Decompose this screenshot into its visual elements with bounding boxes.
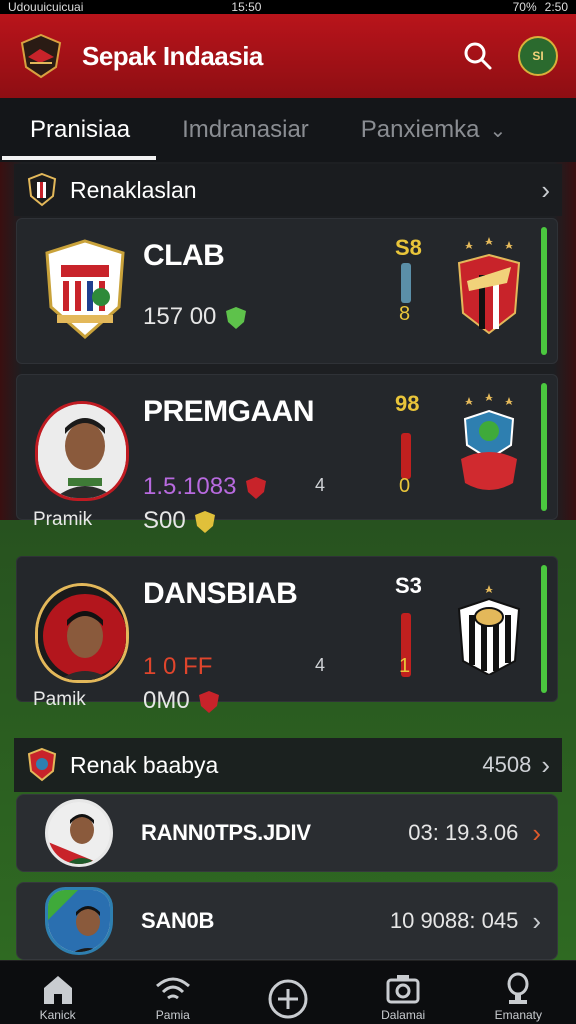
profile-avatar[interactable]: SI	[518, 36, 558, 76]
section-header-renaklaslan[interactable]: Renaklaslan ›	[14, 164, 562, 216]
status-carrier: Udouuicuicuai	[8, 0, 84, 14]
search-icon	[464, 42, 492, 70]
status-indicator	[541, 227, 547, 355]
match-card[interactable]: Pamik DANSBIAB 1 0 FF 0M0 4 S3 1	[16, 556, 558, 714]
opponent-crest-icon	[457, 237, 521, 335]
player-photo	[35, 401, 129, 501]
nav-dalamai[interactable]: Dalamai	[353, 972, 453, 1022]
nav-emanaty[interactable]: Emanaty	[468, 972, 568, 1022]
team-stat-value: 157 00	[143, 303, 217, 330]
nav-add[interactable]	[238, 978, 338, 1022]
score-bottom: 0	[399, 475, 411, 497]
tab-imdranasiar[interactable]: Imdranasiar	[156, 98, 335, 162]
nav-home[interactable]: Kanick	[8, 972, 108, 1022]
team-stat: 1 0 FF	[143, 653, 213, 680]
score-bottom: 1	[399, 655, 411, 677]
player-photo	[35, 583, 129, 683]
score-top: S3	[395, 573, 422, 598]
add-icon	[268, 979, 308, 1019]
player-avatar	[45, 887, 113, 955]
list-item[interactable]: RANN0TPS.JDIV 03: 19.3.06 ›	[16, 794, 558, 872]
avatar-text: SI	[532, 49, 544, 63]
nav-pamia[interactable]: Pamia	[123, 972, 223, 1022]
team-crest-icon	[45, 239, 125, 340]
opponent-crest-icon	[461, 393, 517, 490]
row-title: RANN0TPS.JDIV	[141, 820, 311, 845]
score-bar	[401, 263, 411, 303]
nav-label: Dalamai	[381, 1008, 426, 1022]
shield-icon	[195, 510, 216, 533]
tab-bar: Pranisiaa Imdranasiar Panxiemka ⌄	[0, 98, 576, 162]
team-stat: S00	[143, 507, 216, 535]
team-name: PREMGAAN	[143, 395, 315, 428]
search-button[interactable]	[458, 36, 498, 76]
status-bar: Udouuicuicuai 15:50 70% 2:50	[0, 0, 576, 14]
team-name: CLAB	[143, 239, 225, 272]
row-meta: 10 9088: 045	[389, 908, 519, 933]
tab-pranisiaa[interactable]: Pranisiaa	[0, 98, 157, 162]
shield-icon	[246, 476, 267, 499]
match-card[interactable]: CLAB 157 00 S8 8	[16, 218, 558, 364]
team-name: DANSBIAB	[143, 577, 298, 610]
opponent-crest-icon	[457, 585, 521, 675]
match-number: 4	[315, 475, 326, 495]
team-stat: 0M0	[143, 687, 220, 715]
chevron-right-icon: ›	[532, 817, 541, 848]
app-logo-icon	[18, 33, 64, 79]
trophy-icon	[507, 972, 529, 1004]
player-label: Pamik	[33, 689, 86, 710]
team-stat: 157 00	[143, 303, 247, 331]
status-time: 15:50	[231, 0, 262, 14]
score-top: S8	[395, 235, 422, 260]
section-header-renak-baabya[interactable]: Renak baabya 4508 ›	[14, 738, 562, 792]
chevron-right-icon: ›	[541, 749, 550, 780]
home-icon	[43, 976, 72, 1004]
status-indicator	[541, 383, 547, 511]
score-top: 98	[395, 391, 420, 416]
section-title: Renaklaslan	[70, 176, 197, 203]
match-card[interactable]: Pramik PREMGAAN 1.5.1083 S00 4 98 0	[16, 374, 558, 534]
section-title: Renak baabya	[70, 751, 219, 778]
bottom-nav: Kanick Pamia Dalamai Emanaty	[0, 960, 576, 1024]
section-count: 4508	[482, 752, 532, 777]
chevron-right-icon: ›	[541, 174, 550, 205]
score-bar	[401, 433, 411, 479]
shield-icon	[199, 690, 220, 713]
nav-label: Kanick	[39, 1008, 76, 1022]
status-battery: 70%	[512, 0, 537, 14]
camera-icon	[386, 975, 420, 1004]
list-item[interactable]: SAN0B 10 9088: 045 ›	[16, 882, 558, 960]
tab-panxiemka[interactable]: Panxiemka	[335, 98, 506, 162]
app-title: Sepak Indaasia	[82, 40, 263, 71]
team-stat-value: 0M0	[143, 687, 190, 714]
team-stat-value: S00	[143, 507, 186, 534]
status-clock: 2:50	[544, 0, 568, 14]
player-avatar	[45, 799, 113, 867]
signal-icon	[155, 977, 190, 1000]
team-stat: 1.5.1083	[143, 473, 267, 501]
app-header: Sepak Indaasia SI	[0, 14, 576, 98]
status-indicator	[541, 565, 547, 693]
shield-icon	[27, 747, 57, 782]
player-label: Pramik	[33, 509, 93, 530]
shield-icon	[226, 306, 247, 329]
row-title: SAN0B	[141, 908, 215, 933]
nav-label: Emanaty	[494, 1008, 543, 1022]
score-bottom: 8	[399, 303, 411, 325]
row-meta: 03: 19.3.06	[408, 820, 519, 845]
nav-label: Pamia	[155, 1008, 190, 1022]
match-number: 4	[315, 655, 326, 675]
chevron-right-icon: ›	[532, 905, 541, 936]
shield-icon	[27, 172, 57, 207]
team-stat-value: 1.5.1083	[143, 473, 237, 500]
